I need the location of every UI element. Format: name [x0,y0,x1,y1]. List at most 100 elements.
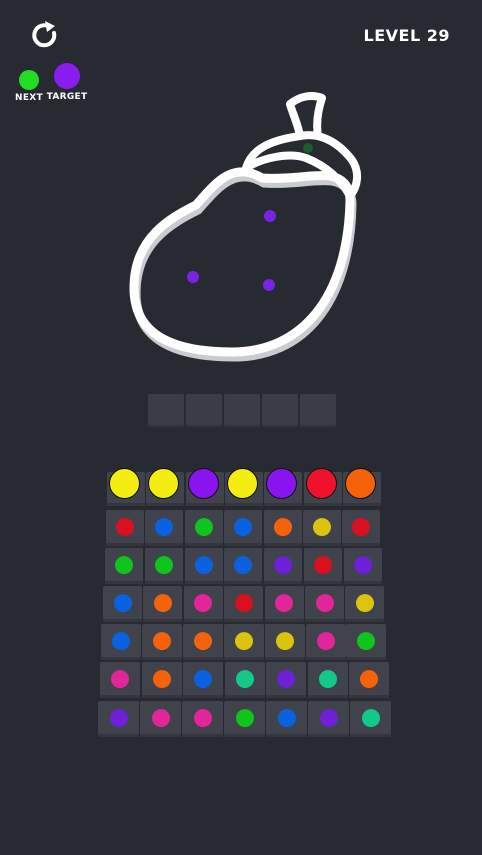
ball-pink [316,632,335,651]
ball-dkpurple [319,709,338,728]
ball-pink [111,670,129,689]
grid-cell[interactable] [141,624,182,660]
restart-icon [32,21,57,48]
grid-cell[interactable] [141,662,182,698]
grid-cell[interactable] [342,510,381,546]
ball-pink [151,709,170,728]
figure-dot [263,279,275,291]
ball-green [357,632,376,651]
figure-dot [187,271,199,283]
grid-cell[interactable] [304,548,342,584]
grid-cell[interactable] [105,548,143,584]
ball-teal [361,709,380,728]
grid-cell[interactable] [343,548,382,584]
ball-dkyellow [355,594,374,613]
grid-cell[interactable] [100,662,140,698]
eggplant-outline [129,92,361,362]
grid-cell[interactable] [266,662,306,698]
grid-cell[interactable] [184,548,223,584]
ball-dkyellow [234,632,253,651]
empty-slot [148,394,184,427]
front-ball-purple[interactable] [266,468,298,499]
ball-green [194,518,213,537]
ball-orange [193,632,212,651]
grid-cell[interactable] [345,586,385,622]
grid-cell[interactable] [223,624,264,660]
ball-dkred [116,518,134,537]
empty-slot [262,394,298,427]
grid-cell[interactable] [224,662,265,698]
ball-blue [155,518,174,537]
grid-cell[interactable] [264,586,304,622]
grid-cell[interactable] [182,701,223,737]
grid-cell[interactable] [101,624,141,660]
grid-cell[interactable] [140,701,181,737]
restart-button[interactable] [28,20,62,50]
grid-cell[interactable] [224,548,263,584]
ball-dkpurple [109,709,128,728]
ball-orange [152,632,171,651]
ball-blue [112,632,130,651]
grid-cell[interactable] [106,510,144,546]
ball-blue [234,518,253,537]
front-ball-yellow[interactable] [109,468,140,499]
ball-blue [194,670,212,689]
grid-cell[interactable] [266,701,307,737]
next-color-dot [19,70,39,90]
front-ball-orange[interactable] [344,468,376,499]
collection-slots [148,394,336,427]
ball-orange [360,670,378,689]
grid-cell[interactable] [308,701,349,737]
figure-dot [264,210,276,222]
ball-blue [194,556,213,575]
grid-cell[interactable] [350,701,391,737]
grid-cell[interactable] [224,701,265,737]
grid-cell[interactable] [305,624,346,660]
front-ball-purple[interactable] [187,468,219,499]
figure-dot [303,143,313,153]
ball-orange [273,518,292,537]
grid-cell[interactable] [103,586,142,622]
grid-cell[interactable] [264,624,305,660]
ball-dkred [314,556,332,575]
ball-dkpurple [274,556,293,575]
ball-pink [275,594,294,613]
ball-board [0,0,482,855]
grid-cell[interactable] [143,586,183,622]
front-ball-red[interactable] [305,468,337,499]
legend-target: TARGET [41,63,93,102]
grid-cell[interactable] [349,662,389,698]
grid-cell[interactable] [144,548,183,584]
ball-green [154,556,173,575]
grid-cell[interactable] [305,586,344,622]
ball-teal [318,670,337,689]
empty-slot [224,394,260,427]
grid-cell[interactable] [184,510,223,546]
ball-dkred [352,518,371,537]
ball-blue [234,556,253,575]
grid-cell[interactable] [183,662,223,698]
ball-dkpurple [277,670,295,689]
grid-cell[interactable] [224,510,263,546]
grid-cell[interactable] [98,701,139,737]
grid-cell[interactable] [263,510,302,546]
empty-slot [186,394,222,427]
grid-cell[interactable] [346,624,387,660]
ball-dkred [234,594,253,613]
ball-dkpurple [353,556,372,575]
grid-cell[interactable] [264,548,303,584]
grid-cell[interactable] [224,586,264,622]
front-ball-yellow[interactable] [226,468,258,499]
ball-green [235,709,254,728]
empty-slot [300,394,336,427]
ball-green [115,556,133,575]
ball-orange [152,670,171,689]
ball-dkyellow [275,632,294,651]
grid-cell[interactable] [183,586,223,622]
grid-cell[interactable] [182,624,223,660]
grid-cell[interactable] [307,662,348,698]
grid-cell[interactable] [303,510,341,546]
ball-teal [235,670,254,689]
grid-cell[interactable] [145,510,184,546]
level-indicator: LEVEL 29 [363,26,450,45]
